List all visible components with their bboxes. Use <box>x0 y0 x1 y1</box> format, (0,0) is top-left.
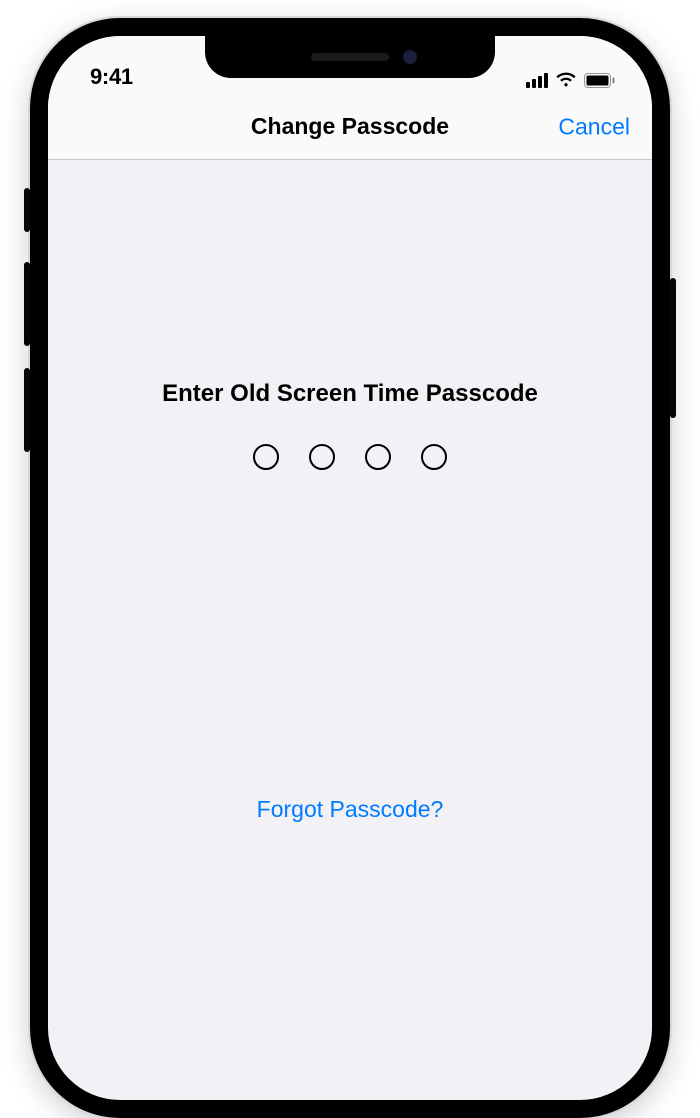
cancel-button[interactable]: Cancel <box>558 113 630 140</box>
page-title: Change Passcode <box>251 113 449 140</box>
notch <box>205 36 495 78</box>
forgot-passcode-container: Forgot Passcode? <box>48 796 652 823</box>
passcode-dots[interactable] <box>48 444 652 470</box>
speaker-grille <box>311 53 389 61</box>
forgot-passcode-link[interactable]: Forgot Passcode? <box>257 796 444 823</box>
screen: 9:41 Change Passcode Cancel Enter Old Sc… <box>48 36 652 1100</box>
power-button <box>670 278 676 418</box>
content-area: Enter Old Screen Time Passcode Forgot Pa… <box>48 160 652 1100</box>
battery-icon <box>584 73 616 88</box>
status-indicators <box>526 72 616 90</box>
wifi-icon <box>555 72 577 88</box>
volume-up-button <box>24 262 30 346</box>
passcode-dot <box>253 444 279 470</box>
front-camera <box>403 50 417 64</box>
passcode-dot <box>309 444 335 470</box>
status-time: 9:41 <box>90 64 133 90</box>
passcode-dot <box>365 444 391 470</box>
passcode-prompt: Enter Old Screen Time Passcode <box>48 380 652 408</box>
cellular-signal-icon <box>526 73 548 88</box>
silent-switch <box>24 188 30 232</box>
volume-down-button <box>24 368 30 452</box>
navigation-bar: Change Passcode Cancel <box>48 94 652 160</box>
passcode-dot <box>421 444 447 470</box>
phone-device-frame: 9:41 Change Passcode Cancel Enter Old Sc… <box>30 18 670 1118</box>
